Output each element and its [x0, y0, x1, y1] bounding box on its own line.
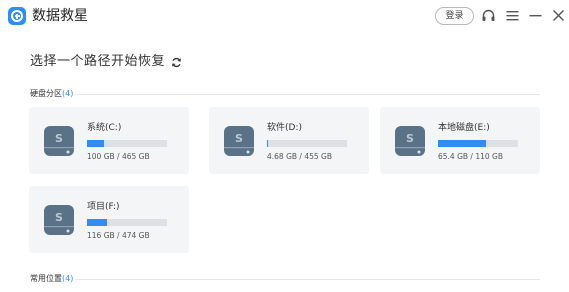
drive-usage-fill [438, 140, 486, 147]
hard-drive-icon: S [224, 126, 254, 156]
drive-name: 本地磁盘(E:) [438, 123, 490, 133]
drive-usage-fill [87, 140, 105, 147]
drive-card-e[interactable]: S 本地磁盘(E:) 65.4 GB / 110 GB [380, 107, 540, 174]
drive-size: 65.4 GB / 110 GB [438, 152, 503, 161]
svg-text:S: S [406, 132, 414, 145]
refresh-icon[interactable] [171, 57, 182, 68]
drive-size: 116 GB / 474 GB [87, 231, 150, 240]
svg-text:S: S [55, 132, 63, 145]
drive-card-d[interactable]: S 软件(D:) 4.68 GB / 455 GB [209, 107, 369, 174]
drive-card-c[interactable]: S 系统(C:) 100 GB / 465 GB [29, 107, 189, 174]
section-disks-label: 硬盘分区 [30, 89, 62, 98]
drive-size: 4.68 GB / 455 GB [267, 152, 332, 161]
svg-text:S: S [235, 132, 243, 145]
section-disks-title: 硬盘分区(4) [30, 89, 73, 99]
section-common-count: (4) [62, 274, 74, 283]
drive-usage-bar [267, 140, 347, 147]
section-common-divider [75, 279, 540, 280]
minimize-icon[interactable] [528, 8, 543, 23]
hard-drive-icon: S [44, 126, 74, 156]
page-heading: 选择一个路径开始恢复 [30, 54, 166, 69]
hard-drive-icon: S [395, 126, 425, 156]
section-disks-divider [75, 94, 540, 95]
svg-text:S: S [55, 211, 63, 224]
drive-usage-bar [87, 219, 167, 226]
drive-usage-fill [87, 219, 107, 226]
section-common-label: 常用位置 [30, 274, 62, 283]
title-bar: 数据救星 登录 [0, 0, 569, 32]
headset-icon[interactable] [481, 8, 496, 23]
app-title: 数据救星 [32, 8, 88, 24]
app-logo-icon [8, 7, 26, 25]
login-button[interactable]: 登录 [435, 7, 474, 25]
menu-icon[interactable] [505, 8, 520, 23]
drive-size: 100 GB / 465 GB [87, 152, 150, 161]
drive-usage-fill [267, 140, 268, 147]
drive-usage-bar [87, 140, 167, 147]
close-icon[interactable] [551, 8, 566, 23]
drive-name: 软件(D:) [267, 123, 302, 133]
hard-drive-icon: S [44, 205, 74, 235]
drive-card-f[interactable]: S 项目(F:) 116 GB / 474 GB [29, 186, 189, 253]
drive-name: 系统(C:) [87, 123, 122, 133]
drive-name: 项目(F:) [87, 202, 120, 212]
section-disks-count: (4) [62, 89, 74, 98]
drive-usage-bar [438, 140, 518, 147]
section-common-title: 常用位置(4) [30, 274, 73, 284]
